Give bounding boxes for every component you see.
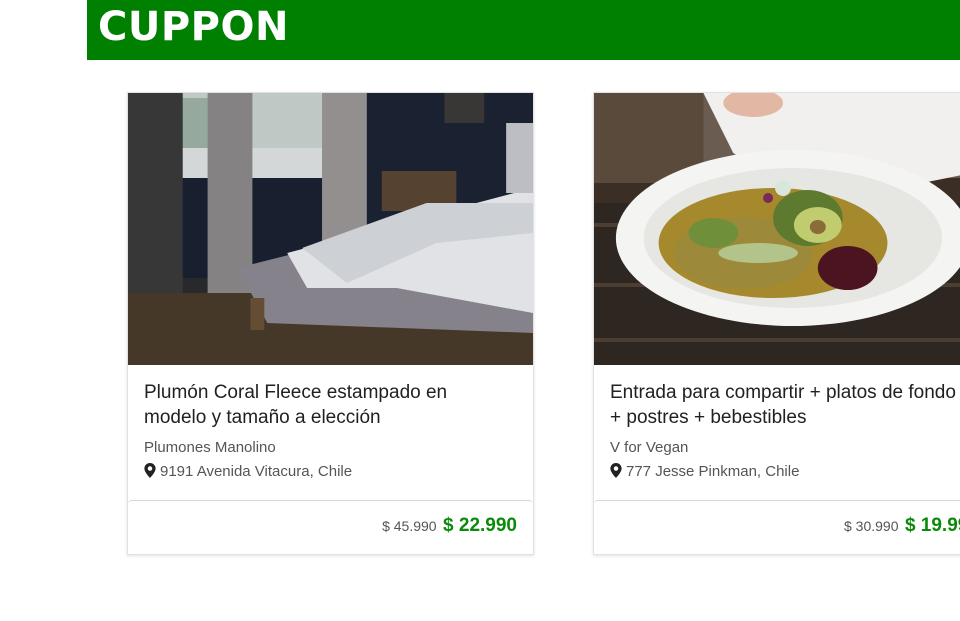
map-pin-icon [610, 463, 622, 478]
deal-title[interactable]: Entrada para compartir + platos de fondo… [610, 380, 960, 430]
price-block: $ 30.990 $ 19.990 [844, 515, 960, 537]
deal-card[interactable]: Entrada para compartir + platos de fondo… [593, 92, 960, 555]
deal-card[interactable]: Plumón Coral Fleece estampado en modelo … [127, 92, 534, 555]
bed-photo[interactable] [128, 93, 533, 365]
app-header: CUPPON [87, 0, 960, 60]
deal-title-line-2: modelo y tamaño a elección [144, 407, 381, 428]
deal-location: 9191 Avenida Vitacura, Chile [144, 463, 352, 480]
cuppon-logo[interactable]: CUPPON [98, 4, 289, 50]
old-price: $ 30.990 [844, 518, 899, 534]
salad-plate-photo[interactable] [594, 93, 960, 365]
price-block: $ 45.990 $ 22.990 [382, 515, 517, 537]
price-footer: $ 30.990 $ 19.990 [594, 500, 960, 554]
deal-title[interactable]: Plumón Coral Fleece estampado en modelo … [144, 380, 533, 430]
new-price: $ 19.990 [904, 515, 960, 536]
location-text: 777 Jesse Pinkman, Chile [626, 463, 800, 480]
deal-location: 777 Jesse Pinkman, Chile [610, 463, 799, 480]
merchant-name: Plumones Manolino [144, 439, 276, 456]
price-footer: $ 45.990 $ 22.990 [128, 500, 533, 554]
new-price: $ 22.990 [443, 515, 517, 536]
deal-title-line-1: Entrada para compartir + platos de fondo [610, 382, 956, 403]
old-price: $ 45.990 [382, 518, 437, 534]
merchant-name: V for Vegan [610, 439, 689, 456]
map-pin-icon [144, 463, 156, 478]
deal-title-line-1: Plumón Coral Fleece estampado en [144, 382, 448, 403]
location-text: 9191 Avenida Vitacura, Chile [160, 463, 353, 480]
deal-title-line-2: + postres + bebestibles [610, 407, 807, 428]
